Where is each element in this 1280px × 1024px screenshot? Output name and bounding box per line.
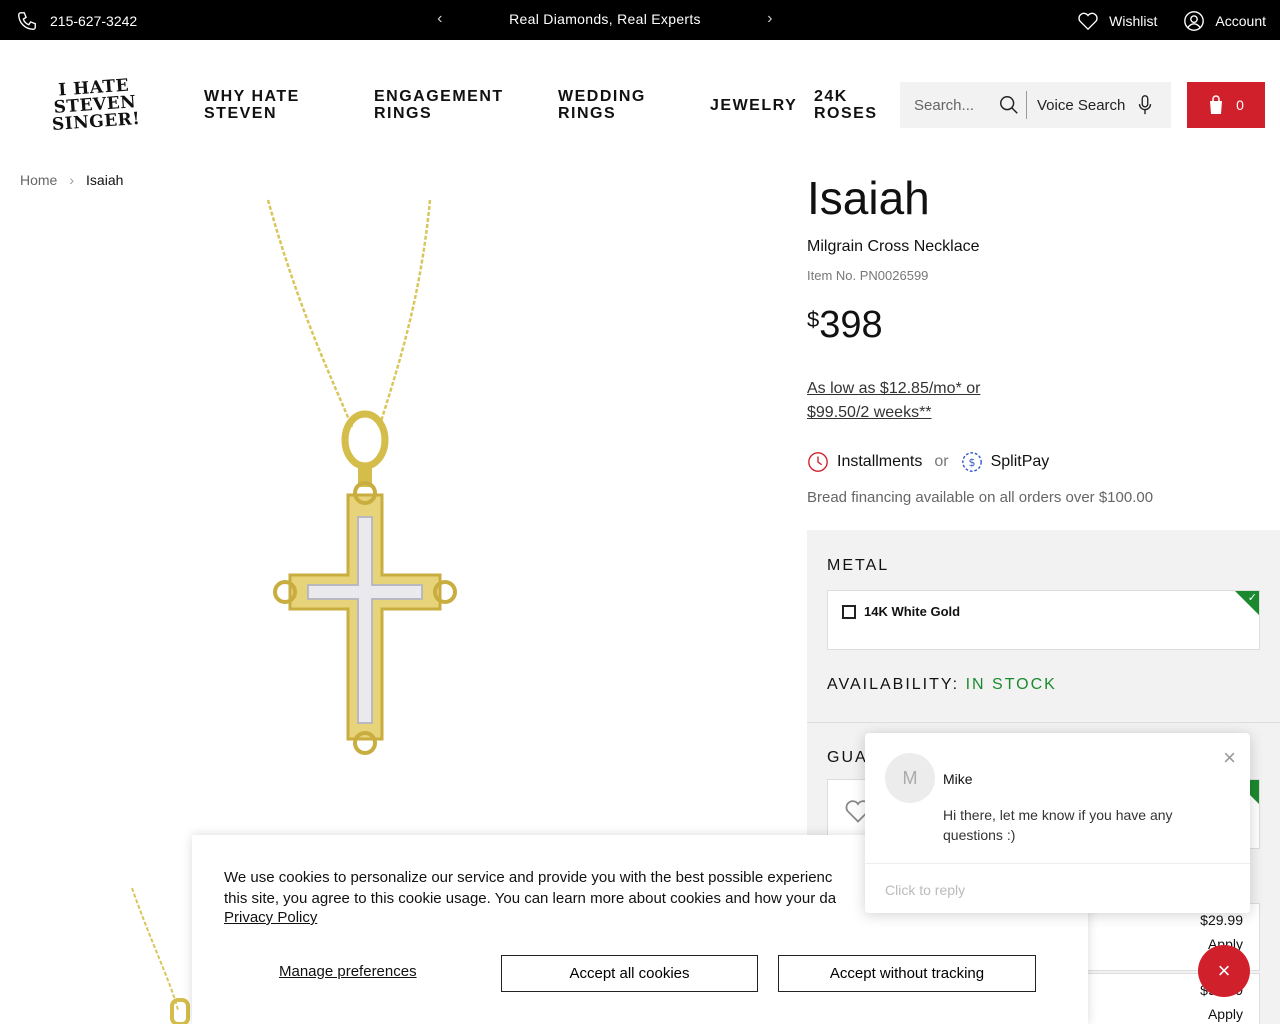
installments-option[interactable]: Installments <box>807 451 922 473</box>
chat-popup: M Mike Hi there, let me know if you have… <box>865 733 1250 913</box>
clock-icon <box>808 452 828 472</box>
accept-all-cookies-button[interactable]: Accept all cookies <box>501 955 758 992</box>
checkmark-icon: ✓ <box>1247 592 1257 604</box>
chat-message: Hi there, let me know if you have any qu… <box>943 807 1173 843</box>
breadcrumb: Home › Isaiah <box>20 172 123 188</box>
close-icon[interactable]: × <box>1223 745 1236 771</box>
chat-reply-input[interactable]: Click to reply <box>885 882 965 898</box>
item-number: Item No. PN0026599 <box>807 268 929 283</box>
or-text: or <box>934 453 949 470</box>
breadcrumb-current: Isaiah <box>86 172 124 188</box>
guarantee-label: GUA <box>827 749 868 766</box>
availability-label: AVAILABILITY: <box>827 676 960 693</box>
manage-preferences-link[interactable]: Manage preferences <box>279 963 417 980</box>
payment-options: Installments or $ SplitPay <box>807 451 1267 473</box>
installments-label: Installments <box>837 453 923 470</box>
account-link[interactable]: Account <box>1183 10 1266 32</box>
promo-carousel: ‹ Real Diamonds, Real Experts › <box>430 10 780 28</box>
voice-search-button[interactable]: Voice Search <box>1037 97 1125 114</box>
financing-link[interactable]: As low as $12.85/mo* or $99.50/2 weeks** <box>807 377 1047 425</box>
chat-divider <box>865 863 1250 864</box>
phone-number: 215-627-3242 <box>50 13 138 29</box>
splitpay-option[interactable]: $ SplitPay <box>961 451 1050 473</box>
product-title: Isaiah <box>807 172 930 224</box>
wishlist-link[interactable]: Wishlist <box>1077 10 1157 32</box>
site-header: I HATE STEVEN SINGER! WHY HATE STEVEN ENG… <box>0 40 1280 170</box>
search-input[interactable]: Search... <box>914 97 994 114</box>
product-info: Isaiah Milgrain Cross Necklace Item No. … <box>807 170 1267 506</box>
cookie-text: We use cookies to personalize our servic… <box>224 867 884 909</box>
search-bar: Search... Voice Search <box>900 82 1171 128</box>
top-bar: 215-627-3242 ‹ Real Diamonds, Real Exper… <box>0 0 1280 40</box>
product-subtitle: Milgrain Cross Necklace <box>807 238 980 255</box>
metal-option-card[interactable]: 14K White Gold ✓ <box>827 590 1260 650</box>
chat-close-fab-button[interactable]: × <box>1198 945 1250 997</box>
metal-label: METAL <box>827 557 890 574</box>
breadcrumb-home[interactable]: Home <box>20 172 57 188</box>
product-image[interactable] <box>230 195 490 765</box>
nav-engagement-rings[interactable]: ENGAGEMENT RINGS <box>374 88 558 122</box>
user-icon <box>1184 11 1205 31</box>
heart-icon <box>1078 12 1098 31</box>
nav-why-hate-steven[interactable]: WHY HATE STEVEN <box>204 88 374 122</box>
splitpay-label: SplitPay <box>990 453 1050 470</box>
panel-divider <box>807 722 1280 723</box>
cart-button[interactable]: 0 <box>1187 82 1265 128</box>
agent-name: Mike <box>943 771 973 787</box>
promo-next-arrow-icon[interactable]: › <box>760 10 780 28</box>
microphone-icon[interactable] <box>1137 94 1153 116</box>
addon-2-apply[interactable]: Apply <box>1208 1006 1243 1022</box>
chevron-right-icon: › <box>69 172 75 188</box>
price-currency: $ <box>807 307 820 332</box>
site-logo[interactable]: I HATE STEVEN SINGER! <box>12 74 177 136</box>
bread-financing-note: Bread financing available on all orders … <box>807 489 1154 506</box>
accept-without-tracking-button[interactable]: Accept without tracking <box>778 955 1036 992</box>
promo-text: Real Diamonds, Real Experts <box>509 11 701 27</box>
privacy-policy-link[interactable]: Privacy Policy <box>224 909 317 926</box>
price-amount: 398 <box>819 304 883 346</box>
account-label: Account <box>1215 13 1266 29</box>
nav-jewelry[interactable]: JEWELRY <box>710 97 814 122</box>
dollar-coin-icon: $ <box>961 452 982 472</box>
cookie-text-line-2: this site, you agree to this cookie usag… <box>224 890 837 907</box>
product-price: $ 398 <box>807 303 1267 347</box>
metal-option-label: 14K White Gold <box>864 604 961 619</box>
main-nav: WHY HATE STEVEN ENGAGEMENT RINGS WEDDING RI… <box>204 88 894 122</box>
cookie-text-line-1: We use cookies to personalize our servic… <box>224 869 833 886</box>
nav-24k-roses[interactable]: 24K ROSES <box>814 88 894 122</box>
shopping-bag-icon <box>1210 95 1223 114</box>
availability: AVAILABILITY: IN STOCK <box>827 676 1057 694</box>
metal-checkbox[interactable] <box>842 605 856 619</box>
promo-prev-arrow-icon[interactable]: ‹ <box>430 10 450 28</box>
search-icon[interactable] <box>998 94 1020 116</box>
availability-status: IN STOCK <box>965 676 1057 693</box>
phone-icon <box>18 12 36 30</box>
wishlist-label: Wishlist <box>1109 13 1158 29</box>
phone-link[interactable]: 215-627-3242 <box>16 10 137 32</box>
search-divider <box>1026 91 1027 119</box>
svg-text:$: $ <box>968 456 975 469</box>
agent-avatar: M <box>885 753 935 803</box>
cart-count: 0 <box>1236 97 1244 113</box>
addon-1-price: $29.99 <box>1200 912 1243 928</box>
nav-wedding-rings[interactable]: WEDDING RINGS <box>558 88 710 122</box>
